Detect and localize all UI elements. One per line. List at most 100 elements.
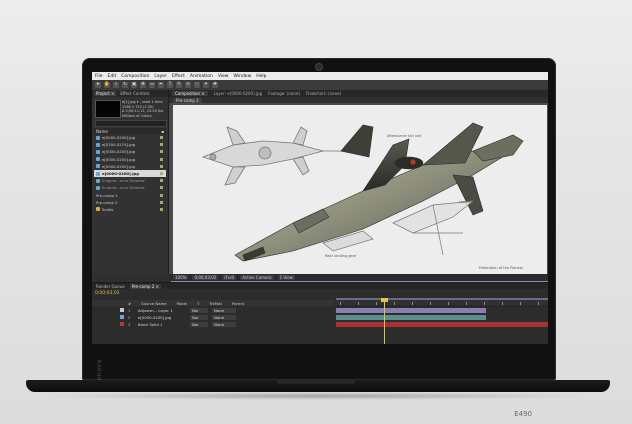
label-color-swatch[interactable] — [160, 172, 163, 176]
brush-tool-icon[interactable]: ✎ — [176, 82, 182, 88]
menu-item-help[interactable]: Help — [256, 74, 266, 79]
tab-project[interactable]: Project × — [94, 91, 117, 96]
project-item[interactable]: e[0000-0200].jpg — [94, 134, 166, 141]
timeline-layer-row[interactable]: 2 e[0000-0200].jpg Nor None — [92, 314, 334, 320]
project-item[interactable]: e[0000-0200].jpg — [94, 163, 166, 170]
viewer-control[interactable]: Active Camera — [240, 275, 274, 280]
project-item[interactable]: Solids — [94, 206, 166, 213]
menu-item-view[interactable]: View — [218, 74, 229, 79]
pen-tool-icon[interactable]: ✒ — [158, 82, 164, 88]
timeline-column-header[interactable]: Parent — [232, 301, 244, 306]
layer-label-swatch[interactable] — [120, 308, 124, 312]
blend-mode-dropdown[interactable]: Nor — [190, 307, 208, 313]
ruler-tick — [430, 302, 431, 305]
layer-label-swatch[interactable] — [120, 315, 124, 319]
layer-duration-bar[interactable] — [336, 314, 486, 320]
project-item[interactable]: Pre-comp 2 — [94, 146, 548, 330]
menu-item-layer[interactable]: Layer — [154, 74, 167, 79]
label-color-swatch[interactable] — [160, 136, 163, 140]
composition-viewer[interactable]: Afterburner tail unit Rear landing gear … — [173, 105, 547, 275]
project-item[interactable]: e[0200-0274].jpg — [94, 141, 166, 148]
project-item-label: Enigma...urce Deleted — [102, 185, 145, 191]
blend-mode-dropdown[interactable]: Nor — [190, 321, 208, 327]
tab-layer[interactable]: Layer: e[0000-0200].jpg — [214, 91, 263, 96]
layer-duration-bar[interactable] — [336, 321, 548, 327]
parent-dropdown[interactable]: None — [212, 321, 236, 327]
layer-number: 1 — [128, 307, 131, 313]
label-color-swatch[interactable] — [160, 164, 163, 168]
timeline-layer-row[interactable]: 1 Adjustm... Layer 1 Nor None — [92, 307, 334, 313]
label-color-swatch[interactable] — [160, 200, 163, 204]
timeline-column-header[interactable]: T — [197, 301, 199, 306]
layer-name[interactable]: Adjustm... Layer 1 — [138, 308, 186, 313]
label-color-swatch[interactable] — [160, 193, 163, 197]
selection-tool-icon[interactable]: ➤ — [95, 82, 101, 88]
timeline-column-header[interactable]: Source Name — [141, 301, 166, 306]
layer-name[interactable]: Black Solid 1 — [138, 322, 186, 327]
label-color-swatch[interactable] — [160, 207, 163, 211]
layer-label-swatch[interactable] — [120, 322, 124, 326]
roto-brush-icon[interactable]: ✦ — [203, 82, 209, 88]
project-item-label: e[0000-0200].jpg — [102, 171, 139, 177]
playhead-line[interactable] — [384, 298, 385, 344]
project-item[interactable]: Enigma...urce Deleted — [94, 177, 166, 184]
timeline-column-header[interactable]: Mode — [177, 301, 187, 306]
label-color-swatch[interactable] — [160, 150, 163, 154]
menu-item-edit[interactable]: Edit — [108, 74, 117, 79]
viewer-control[interactable]: 0;00;03;02 — [192, 275, 219, 280]
menu-item-window[interactable]: Window — [234, 74, 252, 79]
layer-duration-bar[interactable] — [336, 307, 486, 313]
label-color-swatch[interactable] — [160, 157, 163, 161]
puppet-tool-icon[interactable]: ✚ — [212, 82, 218, 88]
timeline-column-header[interactable]: # — [128, 301, 131, 306]
blend-mode-dropdown[interactable]: Nor — [190, 314, 208, 320]
project-item[interactable]: e[0000-0200].jpg — [94, 148, 166, 155]
project-search-input[interactable] — [95, 120, 167, 127]
project-list: Name ▪ e[0000-0200].jpg e[0200-0274].jpg e… — [94, 128, 548, 330]
info-line: Δ 0;00;11;12, 24.00 fps — [122, 109, 164, 113]
caption-c: Length: 12m — [459, 200, 482, 204]
menu-item-effect[interactable]: Effect — [172, 74, 185, 79]
label-color-swatch[interactable] — [160, 186, 163, 190]
timeline-layer-row[interactable]: 3 Black Solid 1 Nor None — [92, 321, 334, 327]
viewer-control[interactable]: 1 View — [277, 275, 295, 280]
footage-icon — [96, 164, 100, 169]
menu-item-file[interactable]: File — [95, 74, 103, 79]
menu-item-animation[interactable]: Animation — [190, 74, 213, 79]
name-column-header[interactable]: Name — [96, 129, 108, 134]
parent-dropdown[interactable]: None — [212, 307, 236, 313]
hand-tool-icon[interactable]: ✋ — [104, 82, 110, 88]
project-item[interactable]: Pre-comp 1 — [94, 146, 548, 330]
eraser-icon[interactable]: ◌ — [194, 82, 200, 88]
work-area-bar[interactable] — [336, 298, 548, 300]
layer-name[interactable]: e[0000-0200].jpg — [138, 315, 186, 320]
project-item[interactable]: e[0000-0200].jpg — [94, 156, 166, 163]
label-column-icon[interactable]: ▪ — [161, 129, 164, 134]
project-item[interactable]: Enigma...urce Deleted — [94, 184, 166, 191]
viewer-control[interactable]: 100% — [173, 275, 189, 280]
tab-flowchart[interactable]: Flowchart: (none) — [306, 91, 341, 96]
viewer-control[interactable]: (Full) — [222, 275, 237, 280]
menu-item-composition[interactable]: Composition — [121, 74, 149, 79]
tab-composition[interactable]: Composition × — [172, 91, 208, 96]
breadcrumb-item[interactable]: Pre-comp 2 — [173, 97, 202, 103]
spaceship-concept-art: Afterburner tail unit Rear landing gear … — [173, 105, 547, 275]
tab-pre-comp-2[interactable]: Pre-comp 2 × — [129, 283, 161, 289]
footage-thumbnail — [95, 100, 121, 118]
label-color-swatch[interactable] — [160, 179, 163, 183]
tab-footage[interactable]: Footage: (none) — [268, 91, 300, 96]
tab-effect-controls[interactable]: Effect Controls — [118, 91, 151, 96]
parent-dropdown[interactable]: None — [212, 314, 236, 320]
text-tool-icon[interactable]: T — [167, 82, 173, 88]
rotate-tool-icon[interactable]: ↻ — [122, 82, 128, 88]
tab-render-queue[interactable]: Render Queue — [94, 284, 127, 289]
pan-behind-icon[interactable]: ✥ — [140, 82, 146, 88]
current-time-display[interactable]: 0;00;03;02 — [95, 291, 120, 296]
mask-tool-icon[interactable]: ▭ — [149, 82, 155, 88]
zoom-tool-icon[interactable]: ⌕ — [113, 82, 119, 88]
camera-tool-icon[interactable]: ▣ — [131, 82, 137, 88]
label-color-swatch[interactable] — [160, 143, 163, 147]
project-item[interactable]: e[0000-0200].jpg — [94, 169, 166, 178]
clone-stamp-icon[interactable]: ⊙ — [185, 82, 191, 88]
timeline-column-header[interactable]: TrkMat — [209, 301, 222, 306]
